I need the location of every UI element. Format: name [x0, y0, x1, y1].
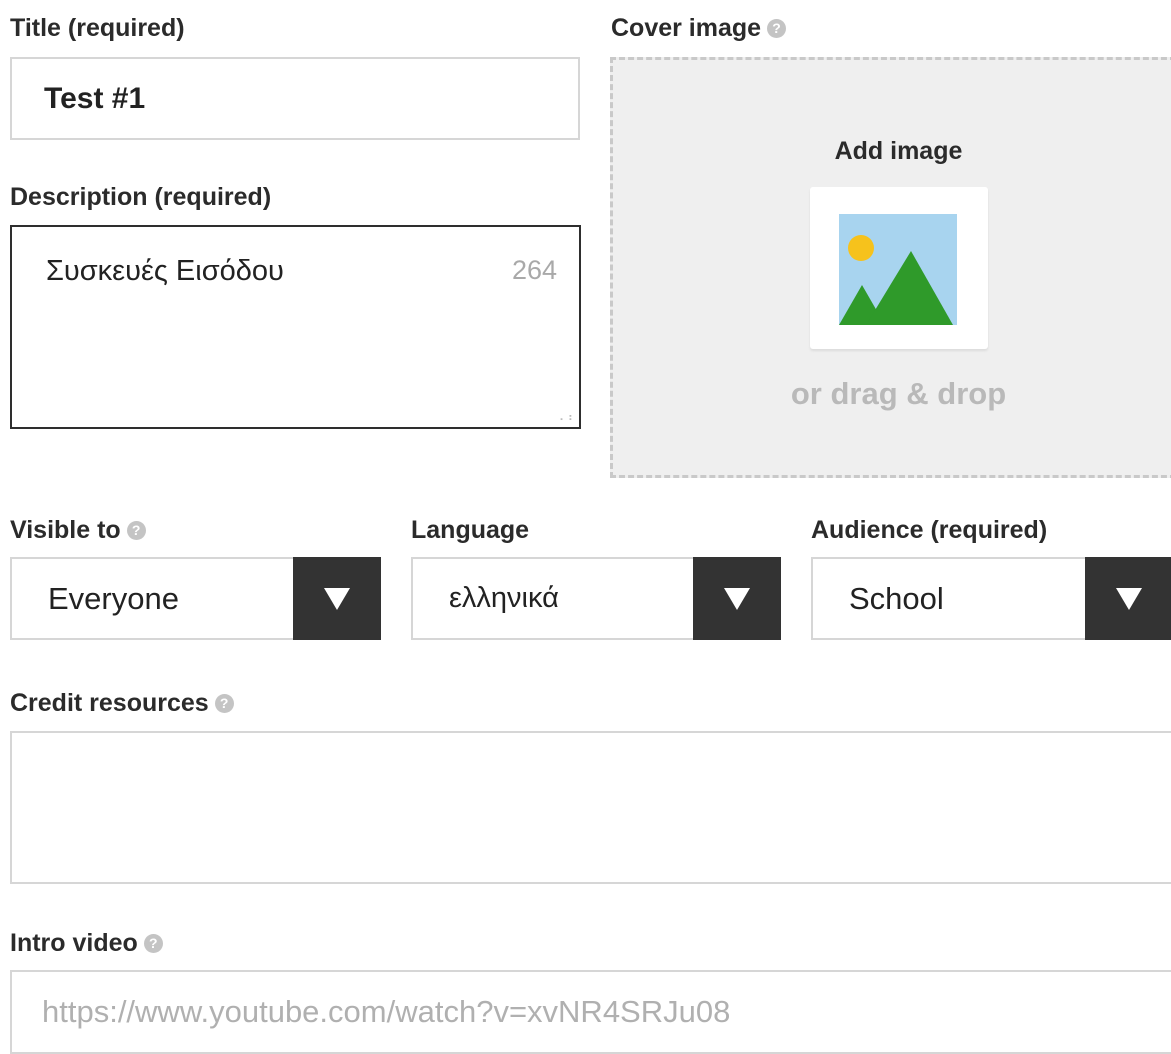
help-icon[interactable]: ?	[143, 934, 163, 953]
description-textarea[interactable]: Συσκευές Εισόδου 264 ⠠⠰	[10, 225, 581, 429]
title-input[interactable]: Test #1	[10, 57, 580, 140]
title-label: Title (required)	[10, 14, 185, 42]
credit-resources-textarea[interactable]	[10, 731, 1171, 884]
cover-image-dropzone[interactable]: Add image or drag & drop	[610, 57, 1171, 478]
dropdown-arrow-icon[interactable]	[693, 557, 781, 640]
help-icon[interactable]: ?	[767, 19, 787, 38]
intro-video-label: Intro video ?	[10, 929, 163, 958]
resize-handle-icon[interactable]: ⠠⠰	[555, 411, 573, 423]
language-select[interactable]: ελληνικά	[411, 557, 781, 640]
language-value: ελληνικά	[449, 582, 559, 614]
audience-select[interactable]: School	[811, 557, 1171, 640]
audience-label: Audience (required)	[811, 516, 1048, 544]
visible-to-select[interactable]: Everyone	[10, 557, 381, 640]
dropdown-arrow-icon[interactable]	[293, 557, 381, 640]
add-image-label: Add image	[834, 137, 963, 165]
add-image-button[interactable]	[810, 187, 988, 349]
visible-to-label: Visible to ?	[10, 516, 146, 545]
visible-to-value: Everyone	[48, 580, 179, 616]
help-icon[interactable]: ?	[214, 694, 234, 713]
description-text: Συσκευές Εισόδου	[46, 255, 284, 287]
image-placeholder-icon	[839, 214, 957, 325]
title-input-value: Test #1	[44, 81, 146, 115]
drag-drop-text: or drag & drop	[790, 376, 1007, 411]
intro-video-input[interactable]: https://www.youtube.com/watch?v=xvNR4SRJ…	[10, 970, 1171, 1054]
audience-value: School	[849, 580, 944, 616]
description-label: Description (required)	[10, 183, 272, 211]
intro-video-placeholder: https://www.youtube.com/watch?v=xvNR4SRJ…	[42, 994, 731, 1029]
cover-image-label: Cover image ?	[611, 14, 787, 43]
help-icon[interactable]: ?	[126, 521, 146, 540]
description-char-counter: 264	[511, 255, 557, 285]
credit-resources-label: Credit resources ?	[10, 689, 234, 718]
dropdown-arrow-icon[interactable]	[1085, 557, 1171, 640]
language-label: Language	[411, 516, 530, 544]
